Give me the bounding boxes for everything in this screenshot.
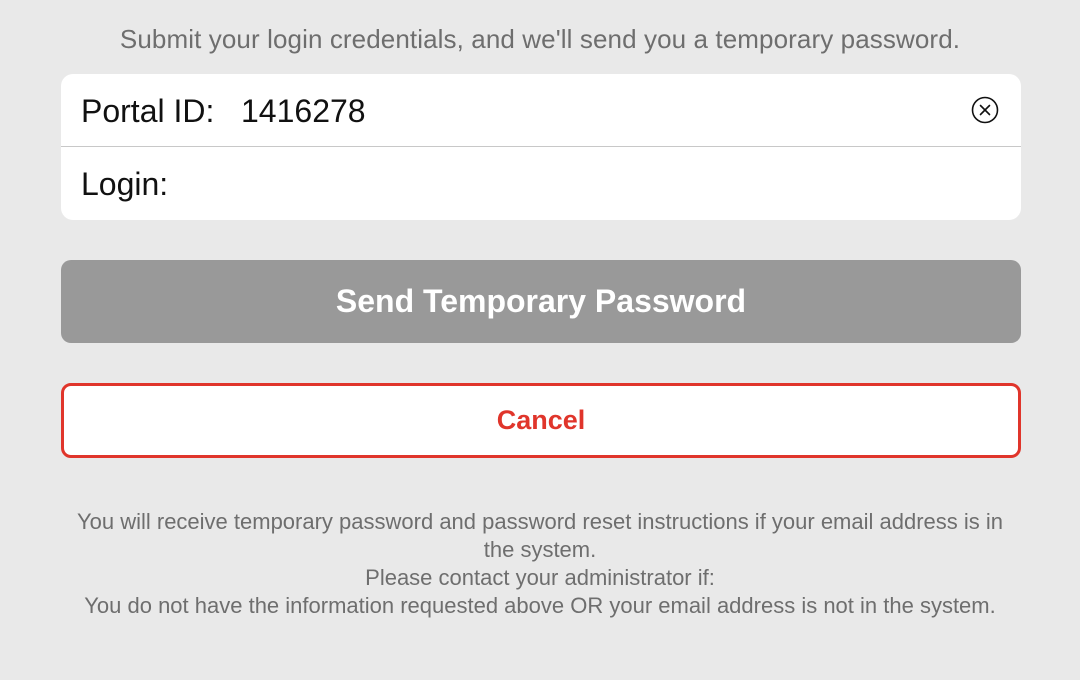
portal-id-input[interactable] (241, 90, 941, 131)
info-line-missing: You do not have the information requeste… (84, 593, 996, 618)
clear-circle-x-icon[interactable] (971, 96, 999, 124)
intro-text: Submit your login credentials, and we'll… (119, 24, 961, 54)
cancel-button[interactable]: Cancel (61, 383, 1021, 458)
login-input[interactable] (186, 163, 886, 204)
send-temporary-password-button[interactable]: Send Temporary Password (61, 260, 1021, 343)
info-line-contact: Please contact your administrator if: (365, 565, 715, 590)
login-label: Login: (81, 165, 169, 202)
portal-id-label: Portal ID: (81, 92, 215, 129)
login-row[interactable]: Login: (61, 147, 1021, 220)
portal-id-row[interactable]: Portal ID: (61, 74, 1021, 147)
info-line-receive: You will receive temporary password and … (76, 509, 1004, 562)
credentials-form: Portal ID: Login: (61, 74, 1021, 220)
info-text: You will receive temporary password and … (70, 508, 1010, 620)
